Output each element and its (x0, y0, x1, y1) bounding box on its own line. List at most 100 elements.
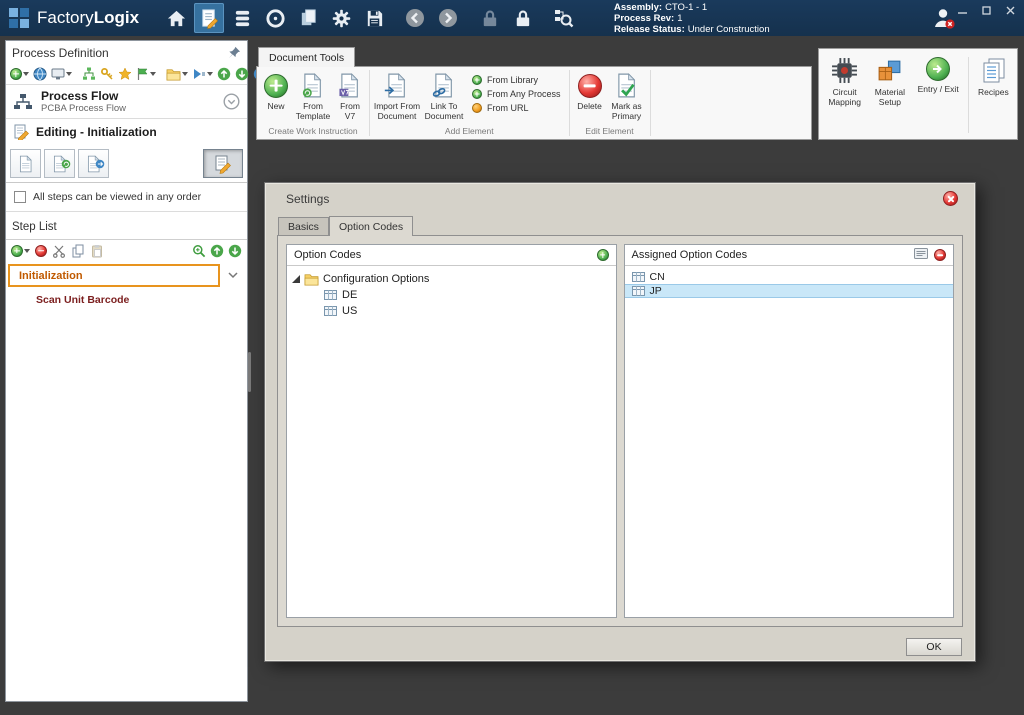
assigned-item-jp[interactable]: JP (625, 284, 954, 298)
tree-item-configuration-options[interactable]: Configuration Options (287, 270, 616, 287)
audit-search-button[interactable] (548, 3, 578, 33)
group-add-element: Import From Document Link To Document Fr… (370, 67, 569, 139)
app-logo-icon (8, 7, 30, 29)
tree-item-us[interactable]: US (287, 303, 616, 319)
entry-exit-icon (926, 57, 950, 81)
zoom-step-button[interactable] (192, 244, 206, 258)
group-create-work-instruction: New From Template From V7 Create Work In… (257, 67, 369, 139)
order-checkbox[interactable] (14, 191, 26, 203)
group-label: Edit Element (573, 126, 647, 139)
from-v7-button[interactable]: From V7 (334, 69, 366, 121)
export-flow-icon[interactable] (192, 67, 213, 81)
close-window-button[interactable] (1004, 4, 1016, 16)
edit-document-icon (13, 124, 29, 140)
from-any-process-button[interactable]: From Any Process (472, 89, 561, 99)
minimize-button[interactable] (956, 4, 968, 16)
forward-button[interactable] (433, 3, 463, 33)
process-flow-title: Process Flow (41, 89, 126, 103)
paste-button[interactable] (90, 244, 104, 258)
new-button[interactable]: New (260, 69, 292, 112)
import-from-document-button[interactable]: Import From Document (373, 69, 421, 121)
recipes-button[interactable]: Recipes (972, 55, 1015, 98)
panel-splitter[interactable] (248, 352, 251, 392)
add-process-button[interactable] (10, 68, 29, 80)
maximize-button[interactable] (980, 4, 992, 16)
option-code-icon (632, 286, 645, 296)
step-item-initialization[interactable]: Initialization (8, 264, 220, 287)
template-document-icon (300, 72, 326, 99)
globe-icon[interactable] (33, 67, 47, 81)
entry-exit-button[interactable]: Entry / Exit (912, 55, 965, 95)
cut-button[interactable] (52, 244, 66, 258)
user-logout-button[interactable] (932, 6, 956, 35)
process-flow-toolbar (6, 64, 247, 85)
material-setup-button[interactable]: Material Setup (868, 55, 911, 107)
step-item-scan-unit-barcode[interactable]: Scan Unit Barcode (36, 294, 247, 306)
process-definition-button[interactable] (194, 3, 224, 33)
circuit-mapping-button[interactable]: Circuit Mapping (821, 55, 868, 107)
edit-work-instruction-toggle[interactable] (203, 149, 243, 178)
device-icon[interactable] (51, 67, 72, 81)
disc-button[interactable] (260, 3, 290, 33)
tree-item-de[interactable]: DE (287, 287, 616, 303)
tree-expander-icon[interactable] (292, 275, 300, 283)
option-codes-tree: Configuration Options DE US (287, 266, 616, 617)
add-step-button[interactable] (11, 245, 30, 257)
remove-option-code-button[interactable] (934, 249, 946, 261)
from-template-button[interactable]: From Template (292, 69, 334, 121)
tab-basics[interactable]: Basics (278, 217, 329, 235)
tab-document-tools[interactable]: Document Tools (258, 47, 355, 67)
step-list-toolbar (6, 240, 247, 261)
flag-icon[interactable] (136, 67, 156, 81)
refresh-down-icon[interactable] (235, 67, 249, 81)
flow-tree-icon[interactable] (82, 67, 96, 81)
chevron-down-icon[interactable] (228, 272, 238, 279)
release-status-value: Under Construction (688, 24, 770, 35)
document-template-button[interactable] (44, 149, 75, 178)
documents-button[interactable] (293, 3, 323, 33)
from-url-button[interactable]: From URL (472, 103, 561, 113)
settings-gear-button[interactable] (326, 3, 356, 33)
lock-button[interactable] (507, 3, 537, 33)
edit-option-code-button[interactable] (914, 248, 928, 262)
ok-button[interactable]: OK (906, 638, 962, 656)
back-button[interactable] (400, 3, 430, 33)
move-step-down-button[interactable] (228, 244, 242, 258)
move-step-up-button[interactable] (210, 244, 224, 258)
dialog-close-button[interactable] (943, 191, 958, 206)
home-button[interactable] (161, 3, 191, 33)
key-icon[interactable] (100, 67, 114, 81)
folder-icon[interactable] (166, 67, 188, 81)
assigned-option-codes-list: CN JP (625, 266, 954, 617)
process-rev-row: Process Rev:1 (614, 13, 770, 24)
delete-button[interactable]: Delete (573, 69, 607, 112)
process-flow-header[interactable]: Process Flow PCBA Process Flow (6, 85, 247, 119)
material-boxes-icon (876, 57, 903, 84)
from-library-button[interactable]: From Library (472, 75, 561, 85)
primary-check-icon (614, 72, 640, 99)
star-icon[interactable] (118, 67, 132, 81)
tab-option-codes[interactable]: Option Codes (329, 216, 413, 236)
collapse-chevron-icon[interactable] (223, 93, 240, 110)
add-option-code-button[interactable] (597, 249, 609, 261)
v7-document-icon (337, 72, 363, 99)
link-to-document-button[interactable]: Link To Document (421, 69, 467, 121)
remove-step-button[interactable] (35, 245, 47, 257)
production-button[interactable] (227, 3, 257, 33)
pin-icon[interactable] (228, 46, 241, 59)
main-toolbar (161, 3, 578, 33)
editing-header: Editing - Initialization (6, 119, 247, 145)
refresh-up-icon[interactable] (217, 67, 231, 81)
step-list-title: Step List (6, 221, 247, 240)
save-button[interactable] (359, 3, 389, 33)
process-definition-panel: Process Definition (5, 40, 248, 702)
document-view-button[interactable] (10, 149, 41, 178)
assigned-item-cn[interactable]: CN (625, 270, 954, 284)
document-link-button[interactable] (78, 149, 109, 178)
library-icon (472, 75, 482, 85)
dialog-tabs: Basics Option Codes (278, 216, 413, 235)
copy-button[interactable] (71, 244, 85, 258)
unlock-button[interactable] (474, 3, 504, 33)
mark-as-primary-button[interactable]: Mark as Primary (607, 69, 647, 121)
step-list: Initialization (8, 264, 243, 287)
